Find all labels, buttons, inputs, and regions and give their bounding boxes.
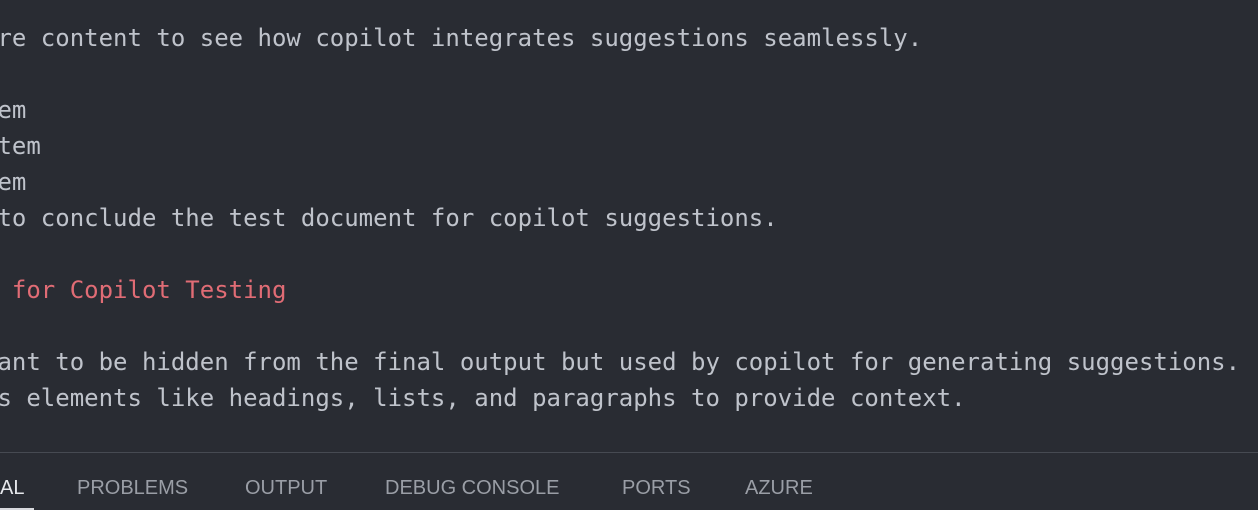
tab-debug-console[interactable]: DEBUG CONSOLE [385, 473, 559, 503]
editor-line-10[interactable]: eant to be hidden from the final output … [0, 344, 1240, 380]
tab-ports-label: PORTS [622, 477, 691, 499]
tab-terminal-label: AL [0, 477, 25, 499]
editor-line-6[interactable]: to conclude the test document for copilo… [0, 200, 778, 236]
tab-output-label: OUTPUT [245, 477, 328, 499]
tab-azure-label: AZURE [745, 477, 813, 499]
editor-line-5[interactable]: tem [0, 164, 26, 200]
tab-output[interactable]: OUTPUT [245, 473, 327, 503]
tab-ports[interactable]: PORTS [622, 473, 691, 503]
tab-azure[interactable]: AZURE [745, 473, 813, 503]
editor-line-4[interactable]: item [0, 128, 41, 164]
editor-line-3[interactable]: tem [0, 92, 26, 128]
tab-problems-label: PROBLEMS [77, 477, 189, 499]
editor-line-heading[interactable]: t for Copilot Testing [0, 272, 287, 308]
tab-terminal[interactable]: AL [0, 473, 24, 503]
tab-debug-console-label: DEBUG CONSOLE [385, 477, 560, 499]
bottom-panel: AL PROBLEMS OUTPUT DEBUG CONSOLE PORTS A… [0, 453, 1258, 510]
tab-problems[interactable]: PROBLEMS [77, 473, 188, 503]
editor-line-11[interactable]: us elements like headings, lists, and pa… [0, 380, 966, 416]
editor-line-1[interactable]: ore content to see how copilot integrate… [0, 20, 922, 56]
code-editor[interactable]: ore content to see how copilot integrate… [0, 0, 1258, 452]
